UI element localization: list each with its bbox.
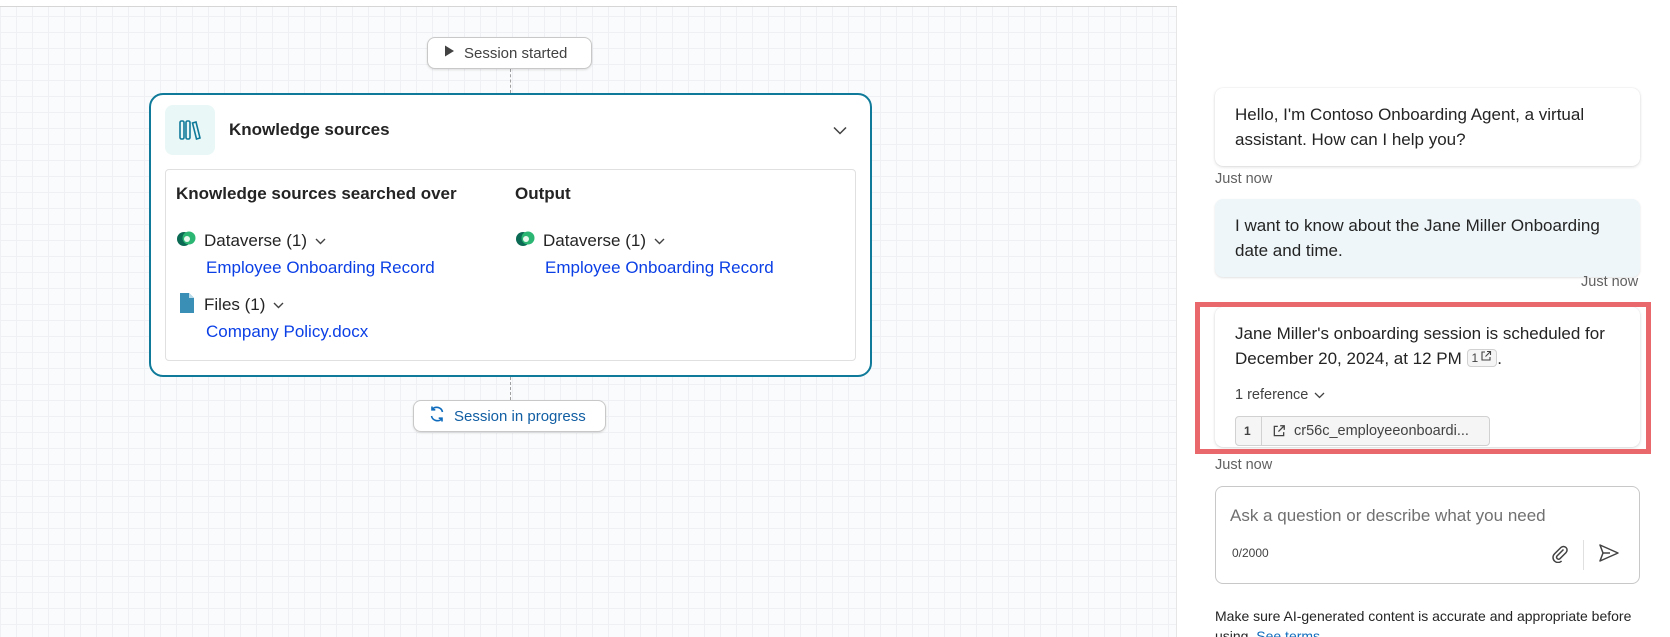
searched-column: Knowledge sources searched over Datavers… <box>176 184 457 346</box>
chevron-down-icon[interactable] <box>273 302 284 309</box>
knowledge-card-header: Knowledge sources <box>165 105 856 155</box>
employee-onboarding-record-link[interactable]: Employee Onboarding Record <box>206 258 457 282</box>
refresh-icon <box>428 405 446 427</box>
user-message: I want to know about the Jane Miller Onb… <box>1215 199 1640 277</box>
bot-answer-message: Jane Miller's onboarding session is sche… <box>1215 307 1640 447</box>
send-button[interactable] <box>1594 541 1624 569</box>
chevron-down-icon[interactable] <box>654 238 665 245</box>
session-started-label: Session started <box>464 44 568 62</box>
message-timestamp: Just now <box>1215 457 1273 473</box>
chevron-down-icon[interactable] <box>315 238 326 245</box>
output-dataverse-label: Dataverse (1) <box>543 231 646 250</box>
message-text: Jane Miller's onboarding session is sche… <box>1235 324 1605 368</box>
message-input[interactable] <box>1230 503 1625 529</box>
external-link-icon <box>1272 424 1286 438</box>
references-toggle[interactable]: 1 reference <box>1235 383 1620 408</box>
paperclip-icon <box>1550 543 1570 568</box>
session-in-progress-label: Session in progress <box>454 407 586 425</box>
message-composer: 0/2000 <box>1215 486 1640 584</box>
answer-trailing-punctuation: . <box>1497 349 1502 368</box>
knowledge-card-body: Knowledge sources searched over Datavers… <box>165 169 856 361</box>
reference-name: cr56c_employeeonboardi... <box>1294 422 1469 439</box>
files-source-label: Files (1) <box>204 295 266 314</box>
message-text: I want to know about the Jane Miller Onb… <box>1235 216 1600 260</box>
see-terms-link[interactable]: See terms <box>1256 628 1320 637</box>
connector-top <box>510 69 511 93</box>
character-counter: 0/2000 <box>1232 546 1269 560</box>
output-employee-onboarding-record-link[interactable]: Employee Onboarding Record <box>545 258 774 282</box>
dataverse-source-label: Dataverse (1) <box>204 231 307 250</box>
flow-canvas[interactable]: Session started Knowledge sources Knowle… <box>0 0 1177 637</box>
knowledge-sources-card[interactable]: Knowledge sources Knowledge sources sear… <box>149 93 872 377</box>
connector-bottom <box>510 377 511 400</box>
citation-number: 1 <box>1471 351 1479 365</box>
composer-divider <box>1583 540 1584 570</box>
output-dataverse-row[interactable]: Dataverse (1) <box>515 228 774 254</box>
reference-card[interactable]: 1 cr56c_employeeonboardi... <box>1235 416 1490 446</box>
app-root: Session started Knowledge sources Knowle… <box>0 0 1670 637</box>
canvas-top-bar <box>0 0 1177 7</box>
files-source-row[interactable]: Files (1) <box>176 292 457 318</box>
citation-chip[interactable]: 1 <box>1466 349 1498 367</box>
external-link-icon <box>1480 350 1492 366</box>
bot-message: Hello, I'm Contoso Onboarding Agent, a v… <box>1215 88 1640 166</box>
collapse-chevron-icon[interactable] <box>830 120 850 140</box>
searched-heading: Knowledge sources searched over <box>176 184 457 203</box>
ai-disclaimer: Make sure AI-generated content is accura… <box>1215 606 1655 637</box>
output-column: Output Dataverse (1) Employee Onboarding… <box>515 184 774 282</box>
send-icon <box>1598 543 1620 568</box>
message-text: Hello, I'm Contoso Onboarding Agent, a v… <box>1235 105 1585 149</box>
session-in-progress-node[interactable]: Session in progress <box>413 400 606 432</box>
company-policy-link[interactable]: Company Policy.docx <box>206 322 457 346</box>
file-icon <box>176 292 198 319</box>
output-heading: Output <box>515 184 571 203</box>
dataverse-source-row[interactable]: Dataverse (1) <box>176 228 457 254</box>
session-started-node[interactable]: Session started <box>427 37 592 69</box>
attach-button[interactable] <box>1546 541 1574 569</box>
dataverse-icon <box>515 230 537 253</box>
answer-text-line: Jane Miller's onboarding session is sche… <box>1235 321 1620 371</box>
chevron-down-icon <box>1314 383 1325 408</box>
dataverse-icon <box>176 230 198 253</box>
message-timestamp: Just now <box>1581 274 1639 290</box>
message-timestamp: Just now <box>1215 171 1273 187</box>
chat-panel: Hello, I'm Contoso Onboarding Agent, a v… <box>1177 0 1670 637</box>
play-icon <box>442 44 456 62</box>
references-toggle-label: 1 reference <box>1235 387 1309 403</box>
library-icon <box>165 105 215 155</box>
knowledge-card-title: Knowledge sources <box>229 120 390 139</box>
reference-number: 1 <box>1244 416 1262 446</box>
